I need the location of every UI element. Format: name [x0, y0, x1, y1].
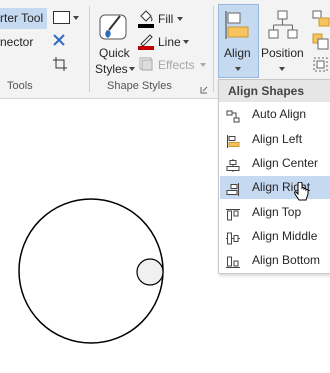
- shape-dropdown-arrow-icon[interactable]: [73, 16, 79, 20]
- align-center-icon: [226, 157, 240, 172]
- close-x-icon[interactable]: [52, 33, 66, 47]
- menu-item-label: Auto Align: [252, 107, 307, 121]
- crop-tool-icon[interactable]: [52, 56, 68, 72]
- line-dropdown-icon[interactable]: [183, 40, 189, 44]
- connector-label[interactable]: nector: [0, 35, 33, 49]
- fill-bucket-icon[interactable]: [138, 8, 154, 24]
- quick-styles-label[interactable]: Quick: [99, 46, 130, 60]
- group-icon[interactable]: [312, 10, 330, 28]
- menu-item-align-left[interactable]: Align Left: [220, 128, 330, 151]
- align-left-icon: [226, 133, 240, 148]
- quick-styles-icon[interactable]: [99, 12, 129, 42]
- dialog-launcher-icon[interactable]: [200, 83, 208, 94]
- align-shapes-menu: Align Shapes Auto Align Align Left Align…: [218, 79, 330, 274]
- position-icon[interactable]: [268, 10, 298, 40]
- align-top-icon: [226, 206, 240, 221]
- menu-item-align-right[interactable]: Align Right: [220, 176, 330, 199]
- position-dropdown-icon[interactable]: [279, 67, 285, 71]
- effects-label: Effects: [158, 58, 195, 72]
- line-color-swatch: [138, 46, 154, 50]
- fill-label[interactable]: Fill: [158, 12, 173, 26]
- quick-styles-dropdown-icon[interactable]: [129, 67, 135, 71]
- menu-item-align-center[interactable]: Align Center: [220, 152, 330, 175]
- tools-group-label: Tools: [7, 80, 33, 92]
- group-separator-2: [213, 6, 214, 92]
- menu-item-align-top[interactable]: Align Top: [220, 201, 330, 224]
- align-icon: [224, 10, 252, 40]
- connector-tool-label: rter Tool: [0, 11, 44, 25]
- menu-title-text: Align Shapes: [228, 84, 305, 98]
- small-circle-shape[interactable]: [136, 258, 164, 286]
- mouse-cursor-icon: [294, 181, 310, 202]
- menu-item-align-bottom[interactable]: Align Bottom: [220, 249, 330, 272]
- menu-item-label: Align Middle: [252, 229, 318, 243]
- menu-item-auto-align[interactable]: Auto Align: [220, 103, 330, 126]
- line-label[interactable]: Line: [158, 35, 181, 49]
- menu-item-align-middle[interactable]: Align Middle: [220, 225, 330, 248]
- menu-item-label: Align Top: [252, 205, 302, 219]
- align-label: Align: [224, 46, 251, 60]
- shape-styles-group-label: Shape Styles: [107, 80, 172, 92]
- rectangle-shape-icon[interactable]: [53, 11, 70, 24]
- align-dropdown-icon: [235, 67, 241, 71]
- align-bottom-icon: [226, 254, 240, 268]
- quick-styles-label-2[interactable]: Styles: [95, 62, 128, 76]
- menu-item-label: Align Center: [252, 156, 319, 170]
- group-separator: [89, 6, 90, 92]
- menu-item-label: Align Left: [252, 132, 303, 146]
- position-label[interactable]: Position: [261, 46, 304, 60]
- align-middle-icon: [226, 230, 240, 245]
- fill-color-swatch: [138, 24, 154, 28]
- align-right-icon: [226, 181, 240, 196]
- menu-title: Align Shapes: [219, 80, 330, 102]
- effects-icon: [139, 57, 153, 71]
- auto-align-icon: [226, 108, 240, 123]
- menu-item-label: Align Bottom: [252, 253, 321, 267]
- effects-dropdown-icon: [200, 63, 206, 67]
- bring-forward-icon[interactable]: [312, 33, 330, 51]
- send-backward-icon[interactable]: [312, 56, 330, 74]
- fill-dropdown-icon[interactable]: [177, 17, 183, 21]
